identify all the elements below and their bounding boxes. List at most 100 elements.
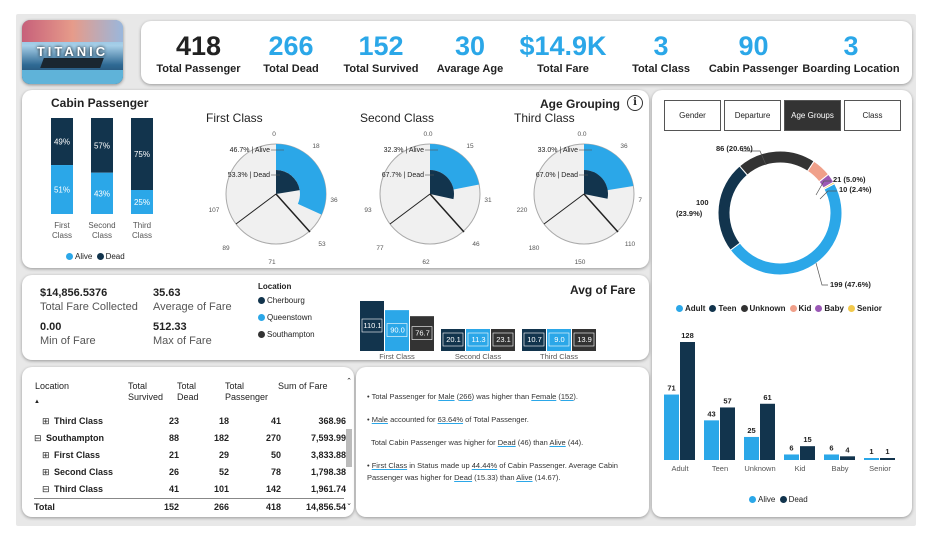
avg-fare-chart: 110.1 90.0 76.7 First Class 20.1 11.3 23.1 Seco… xyxy=(360,301,596,359)
insight-1: • Total Passenger for Male (266) was hig… xyxy=(367,392,578,401)
table-header-location[interactable]: Location xyxy=(35,381,69,391)
row-cell: 26 xyxy=(168,467,179,477)
kpi-4: $14.9K Total Fare xyxy=(513,29,613,75)
age-category-label: Baby xyxy=(831,464,848,473)
tab-departure[interactable]: Departure xyxy=(724,100,781,131)
table-header-fare[interactable]: Sum of Fare xyxy=(278,381,328,391)
table-row[interactable]: Total 152 266 418 14,856.54 xyxy=(34,498,346,515)
age-bar-label: 61 xyxy=(763,393,771,402)
table-header-dead[interactable]: Total Dead xyxy=(177,381,207,403)
age-category-label: Teen xyxy=(712,464,728,473)
min-fare-label: Min of Fare xyxy=(40,335,96,347)
gauge-tick-label: 77 xyxy=(376,245,384,252)
kpi-value: 3 xyxy=(843,31,859,61)
legend-item-kid: Kid xyxy=(789,304,812,313)
scroll-down-icon: ⌄ xyxy=(346,500,352,507)
gauge-tick-label: 31 xyxy=(484,197,492,204)
kpi-value: 418 xyxy=(175,31,222,61)
fare-card: $14,856.5376 Total Fare Collected 35.63 … xyxy=(22,275,649,360)
age-bar-dead xyxy=(840,456,855,460)
donut-slice-unknown xyxy=(738,150,815,176)
gauge-tick-label: 62 xyxy=(422,259,430,266)
table-row[interactable]: ⊟ Third Class 41 101 142 1,961.74 xyxy=(34,481,346,498)
tab-age-groups[interactable]: Age Groups xyxy=(784,100,841,131)
cabin-category-label: First xyxy=(54,221,70,230)
gauge-title: Third Class xyxy=(514,111,575,125)
age-bar-alive xyxy=(784,454,799,460)
fare-category-label: Second Class xyxy=(455,352,502,359)
expander-icon[interactable]: ⊞ xyxy=(42,467,50,478)
legend-label: Senior xyxy=(856,304,882,313)
cabin-legend: Alive Dead xyxy=(66,252,125,261)
kpi-value: $14.9K xyxy=(519,31,607,61)
age-groups-panel: Gender Departure Age Groups Class 86 (20.6%… xyxy=(652,90,912,517)
insight-3: Total Cabin Passenger was higher for Dea… xyxy=(371,438,584,447)
fare-category-label: First Class xyxy=(379,352,415,359)
insight-4: • First Class in Status made up 44.44% o… xyxy=(367,461,618,482)
table-scrollbar[interactable]: ⌃ ⌄ xyxy=(345,377,353,507)
gauge-tick-label: 89 xyxy=(222,245,230,252)
cabin-alive-label: 43% xyxy=(94,189,110,198)
matrix-table-card: Location ▲ Total Survived Total Dead Tot… xyxy=(22,367,354,517)
legend-label: Adult xyxy=(685,304,706,313)
table-header-passenger[interactable]: Total Passenger xyxy=(225,381,275,403)
gauge-tick-label: 73 xyxy=(638,197,642,204)
age-bar-alive xyxy=(864,458,879,460)
age-donut-chart: 86 (20.6%) 21 (5.0%)10 (2.4%) 100 (23.9%) 19… xyxy=(676,144,872,289)
expander-icon[interactable]: ⊟ xyxy=(42,484,50,495)
table-row[interactable]: ⊞ First Class 21 29 50 3,833.88 xyxy=(34,447,346,464)
cabin-category-label: Class xyxy=(52,231,72,240)
expander-icon[interactable]: ⊞ xyxy=(42,416,50,427)
kpi-label: Boarding Location xyxy=(802,63,900,75)
row-name: Third Class xyxy=(54,484,104,494)
gauge-tick-label: 71 xyxy=(268,259,276,266)
age-bar-label: 1 xyxy=(869,447,873,456)
row-cell: 88 xyxy=(168,433,179,443)
gauge-tick-label: 110 xyxy=(625,241,636,248)
sort-arrow-icon[interactable]: ▲ xyxy=(34,399,40,405)
max-fare-label: Max of Fare xyxy=(153,335,212,347)
legend-label: Teen xyxy=(718,304,737,313)
legend-item-adult: Adult xyxy=(676,304,705,313)
gauge-alive-label: 33.0% | Alive xyxy=(538,147,578,154)
legend-dot-icon xyxy=(789,305,797,313)
gauge-tick-label: 107 xyxy=(209,207,220,214)
table-body: ⊞ Third Class 23 18 41 368.96 ⊟ Southampton 88 18… xyxy=(34,413,346,515)
table-row[interactable]: ⊞ Third Class 23 18 41 368.96 xyxy=(34,413,346,430)
total-fare-label: Total Fare Collected xyxy=(40,301,138,313)
tab-class[interactable]: Class xyxy=(844,100,901,131)
donut-slice-teen xyxy=(717,165,749,251)
expander-icon[interactable]: ⊟ xyxy=(34,433,42,444)
age-bar-dead xyxy=(760,403,775,460)
row-cell: 21 xyxy=(168,450,179,460)
kpi-value: 3 xyxy=(653,31,669,61)
avg-fare-label: Average of Fare xyxy=(153,301,232,313)
table-row[interactable]: ⊞ Second Class 26 52 78 1,798.38 xyxy=(34,464,346,481)
insight-2: • Male accounted for 63.64% of Total Pas… xyxy=(367,415,529,424)
bar-legend: Alive Dead xyxy=(749,495,808,504)
cabin-alive-label: 51% xyxy=(54,186,70,195)
donut-label: 21 (5.0%) xyxy=(833,175,866,184)
age-category-label: Adult xyxy=(671,464,689,473)
legend-item-teen: Teen xyxy=(709,304,737,313)
age-category-label: Unknown xyxy=(744,464,775,473)
gauge-title: First Class xyxy=(206,111,263,125)
gauge-alive-label: 32.3% | Alive xyxy=(384,147,424,154)
table-header-survived[interactable]: Total Survived xyxy=(128,381,168,403)
table-row[interactable]: ⊟ Southampton 88 182 270 7,593.99 xyxy=(34,430,346,447)
expander-icon[interactable]: ⊞ xyxy=(42,450,50,461)
tab-gender[interactable]: Gender xyxy=(664,100,721,131)
gauge-title: Second Class xyxy=(360,111,434,125)
avg-fare-value: 35.63 xyxy=(153,287,181,299)
age-bar-label: 4 xyxy=(845,445,850,454)
cabin-category-label: Second xyxy=(88,221,115,230)
legend-label: Kid xyxy=(798,304,812,313)
dashboard-canvas: TITANIC 418 Total Passenger 266 Total Dead 1… xyxy=(16,14,916,526)
scroll-up-icon: ⌃ xyxy=(346,378,352,385)
kpi-label: Total Passenger xyxy=(156,63,241,75)
legend-item-senior: Senior xyxy=(847,304,882,313)
gauge-tick-label: 18 xyxy=(312,143,320,150)
cabin-stacked-chart: 49%51%FirstClass57%43%SecondClass75%25%T… xyxy=(51,118,153,240)
age-category-label: Kid xyxy=(795,464,806,473)
row-cell: 266 xyxy=(213,502,229,512)
